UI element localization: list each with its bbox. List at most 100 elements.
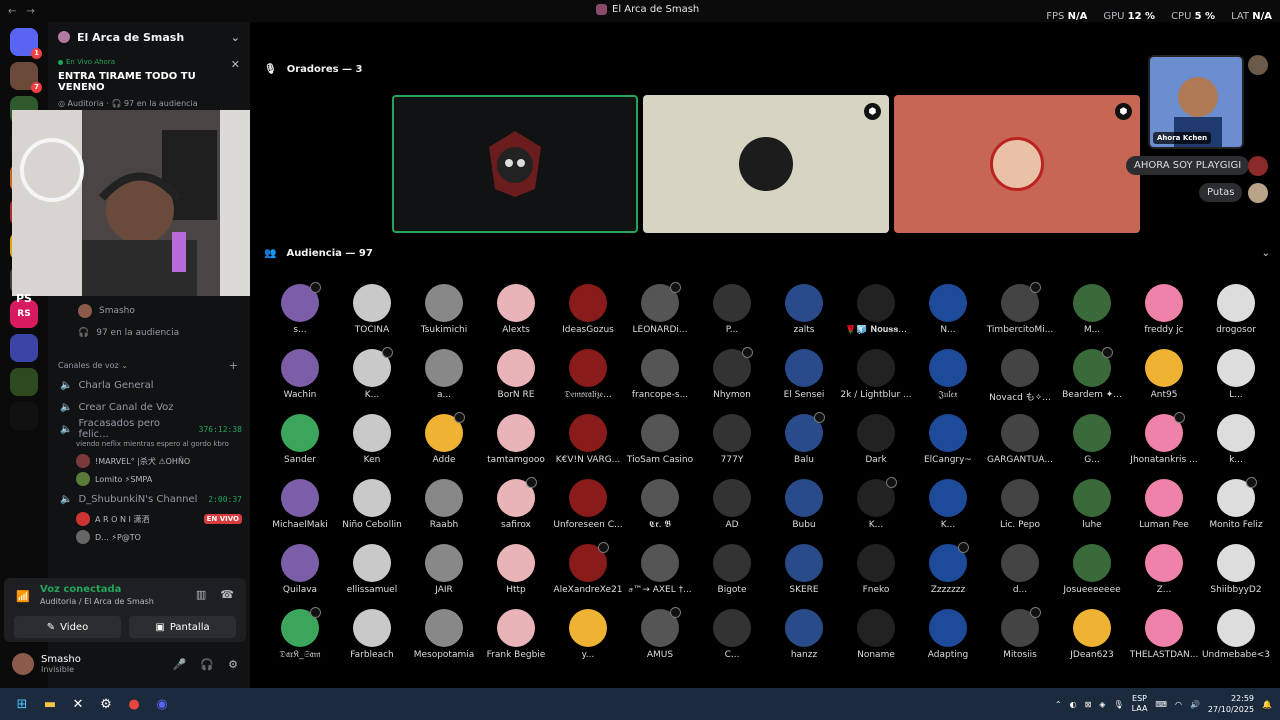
- audience-member[interactable]: drogosor: [1200, 284, 1272, 335]
- audience-member[interactable]: Unforeseen C...: [552, 479, 624, 530]
- audience-member[interactable]: safirox: [480, 477, 552, 530]
- audience-member[interactable]: SKERE: [768, 544, 840, 595]
- audience-header[interactable]: 👥 Audiencia — 97 ⌄: [264, 248, 1270, 259]
- audience-member[interactable]: MichaelMaki: [264, 479, 336, 530]
- audience-member[interactable]: s...: [264, 282, 336, 335]
- audience-member[interactable]: K€V!N VARG...: [552, 414, 624, 465]
- app-icon[interactable]: ✕: [64, 692, 92, 716]
- windows-start-icon[interactable]: ⊞: [8, 692, 36, 716]
- voice-member[interactable]: A R O N I 潇洒 EN VIVO: [48, 510, 250, 528]
- audience-member[interactable]: TioSam Casino: [624, 414, 696, 465]
- audience-member[interactable]: 2k / Lightblur ...: [840, 349, 912, 400]
- audience-member[interactable]: Bubu: [768, 479, 840, 530]
- audience-member[interactable]: Ant95: [1128, 349, 1200, 400]
- audience-member[interactable]: Mesopotamia: [408, 609, 480, 660]
- back-arrow-icon[interactable]: ←: [8, 6, 16, 17]
- audience-member[interactable]: Nhymon: [696, 347, 768, 400]
- audience-member[interactable]: IdeasGozus: [552, 284, 624, 335]
- add-channel-icon[interactable]: +: [229, 359, 238, 372]
- audience-member[interactable]: Wachin: [264, 349, 336, 400]
- audience-member[interactable]: Tsukimichi: [408, 284, 480, 335]
- discord-home-icon[interactable]: 1: [10, 28, 42, 59]
- language-indicator[interactable]: ESP LAA: [1132, 694, 1148, 714]
- mic-tray-icon[interactable]: 🎙: [1113, 700, 1123, 709]
- audience-member[interactable]: AleXandreXe21: [552, 542, 624, 595]
- volume-icon[interactable]: 🔊: [1190, 700, 1200, 709]
- audience-member[interactable]: LEONARDi...: [624, 282, 696, 335]
- audience-member[interactable]: 🌹🧊 𝐍𝐨𝐮𝐬𝐬...: [840, 284, 912, 335]
- audience-member[interactable]: Adapting: [912, 609, 984, 660]
- side-avatar[interactable]: [1248, 55, 1268, 75]
- audience-member[interactable]: ShiibbyyD2: [1200, 544, 1272, 595]
- channel-shubunkin[interactable]: 🔈 D_ShubunkiN's Channel 2:00:37: [48, 488, 250, 510]
- soundboard-icon[interactable]: ▥: [196, 588, 206, 601]
- audience-member[interactable]: M...: [1056, 284, 1128, 335]
- audience-member[interactable]: freddy jc: [1128, 284, 1200, 335]
- audience-member[interactable]: 777Y: [696, 414, 768, 465]
- audience-member[interactable]: Lic. Pepo: [984, 479, 1056, 530]
- audience-member[interactable]: JDean623: [1056, 609, 1128, 660]
- audience-member[interactable]: JAIR: [408, 544, 480, 595]
- audience-member[interactable]: Beardem ✦...: [1056, 347, 1128, 400]
- audience-member[interactable]: luhe: [1056, 479, 1128, 530]
- audience-member[interactable]: hanzz: [768, 609, 840, 660]
- audience-member[interactable]: 𝔇𝔢𝔪𝔬𝔯𝔞𝔩𝔦𝔷𝔢...: [552, 349, 624, 400]
- chevron-up-icon[interactable]: ⌃: [1055, 700, 1062, 709]
- clock[interactable]: 22:59 27/10/2025: [1208, 693, 1254, 715]
- gear-icon[interactable]: ⚙: [228, 658, 238, 671]
- audience-member[interactable]: Adde: [408, 412, 480, 465]
- audience-member[interactable]: Mitosiis: [984, 607, 1056, 660]
- mic-icon[interactable]: 🎤: [173, 658, 187, 671]
- close-icon[interactable]: ✕: [231, 58, 240, 71]
- channel-charla-general[interactable]: 🔈 Charla General: [48, 374, 250, 396]
- audience-member[interactable]: GARGANTUA...: [984, 414, 1056, 465]
- avatar[interactable]: [12, 653, 34, 675]
- audience-member[interactable]: El Sensei: [768, 349, 840, 400]
- speaker-row[interactable]: Smasho: [60, 300, 240, 322]
- audience-member[interactable]: AMUS: [624, 607, 696, 660]
- speaker-tile[interactable]: ⬢: [894, 95, 1140, 233]
- audience-member[interactable]: K...: [912, 479, 984, 530]
- audience-member[interactable]: G...: [1056, 414, 1128, 465]
- file-explorer-icon[interactable]: ▬: [36, 692, 64, 716]
- audience-member[interactable]: Niño Cebollin: [336, 479, 408, 530]
- audience-member[interactable]: ச™→ AXEL †...: [624, 544, 696, 596]
- audience-member[interactable]: Luman Pee: [1128, 479, 1200, 530]
- audience-member[interactable]: AD: [696, 479, 768, 530]
- audience-member[interactable]: K...: [336, 347, 408, 400]
- video-button[interactable]: ✎ Video: [14, 616, 121, 638]
- audience-member[interactable]: Novacd も✧...: [984, 349, 1056, 403]
- audience-member[interactable]: Monito Feliz: [1200, 477, 1272, 530]
- message-chip[interactable]: Putas: [1199, 183, 1243, 202]
- discord-icon[interactable]: ◉: [148, 692, 176, 716]
- audience-member[interactable]: Frank Begbie: [480, 609, 552, 660]
- audience-member[interactable]: Bigote: [696, 544, 768, 595]
- audience-member[interactable]: Dark: [840, 414, 912, 465]
- audience-member[interactable]: THELASTDAN...: [1128, 609, 1200, 660]
- wifi-icon[interactable]: ◠: [1175, 700, 1182, 709]
- guild-header[interactable]: El Arca de Smash ⌄: [48, 22, 250, 52]
- audience-member[interactable]: L...: [1200, 349, 1272, 400]
- audience-member[interactable]: P...: [696, 284, 768, 335]
- audience-member[interactable]: Sander: [264, 414, 336, 465]
- notification-icon[interactable]: 🔔: [1262, 700, 1272, 709]
- audience-member[interactable]: Quilava: [264, 544, 336, 595]
- channel-crear-canal[interactable]: 🔈 Crear Canal de Voz: [48, 396, 250, 418]
- audience-member[interactable]: d...: [984, 544, 1056, 595]
- tray-app-icon[interactable]: ◈: [1099, 700, 1105, 709]
- channel-fracasados[interactable]: 🔈 Fracasados pero felic... 376:12:38: [48, 418, 250, 440]
- audience-member[interactable]: k...: [1200, 414, 1272, 465]
- server-avatar[interactable]: 7: [10, 62, 42, 93]
- audience-member[interactable]: K...: [840, 477, 912, 530]
- audience-member[interactable]: Alexts: [480, 284, 552, 335]
- voice-member[interactable]: !MARVEL° |杀犬 ⚠OHÑO: [48, 452, 250, 470]
- side-avatar[interactable]: [1248, 156, 1268, 176]
- audience-member[interactable]: Josueeeeeee: [1056, 544, 1128, 595]
- server-avatar[interactable]: [10, 402, 38, 430]
- server-avatar[interactable]: [10, 368, 38, 396]
- tray-app-icon[interactable]: ◐: [1070, 700, 1077, 709]
- stage-live-panel[interactable]: En Vivo Ahora ENTRA TIRAME TODO TU VENEN…: [48, 52, 250, 112]
- voice-member[interactable]: Lomito ⚡SMPA: [48, 470, 250, 488]
- audience-member[interactable]: tamtamgooo: [480, 414, 552, 465]
- audience-member[interactable]: C...: [696, 609, 768, 660]
